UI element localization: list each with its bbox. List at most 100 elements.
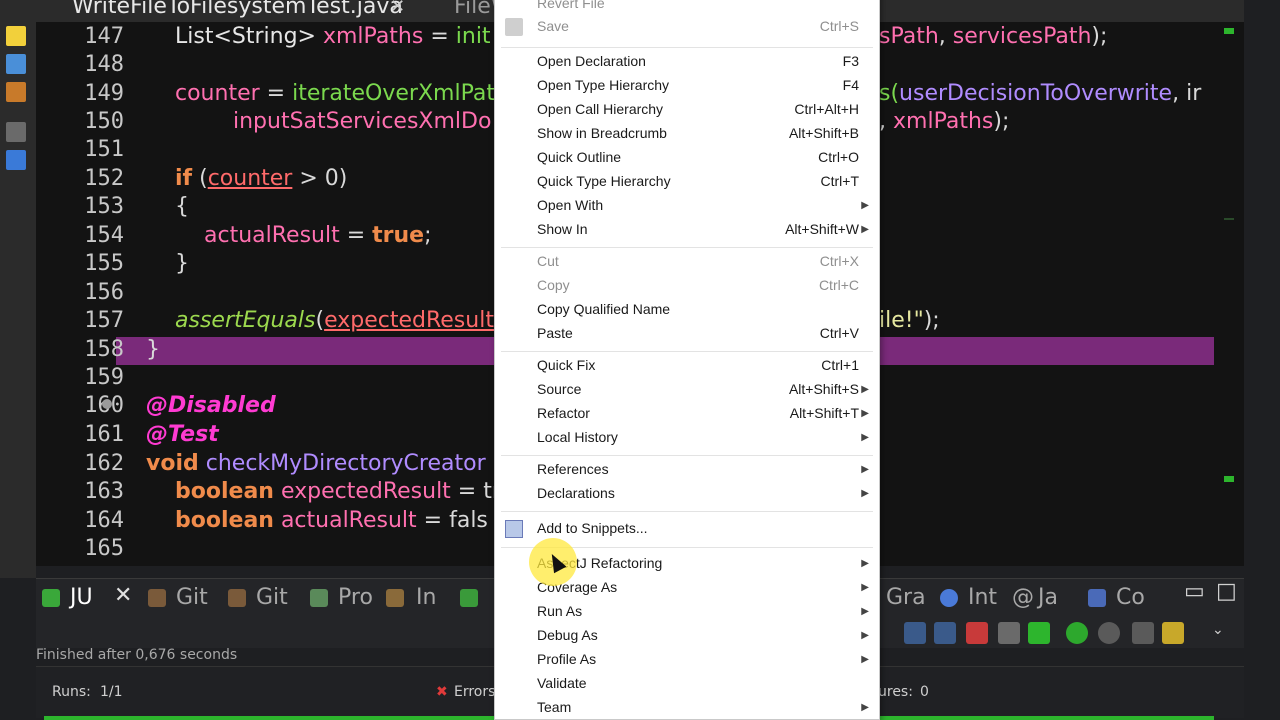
monitor-icon bbox=[1088, 589, 1106, 607]
submenu-arrow-icon: ▶ bbox=[861, 582, 869, 593]
editor-tab-active[interactable]: WriteFileToFilesystemTest.java bbox=[72, 0, 403, 19]
at-icon: @ bbox=[1012, 585, 1034, 610]
minimize-icon[interactable]: ▭ bbox=[1184, 579, 1205, 604]
package-explorer-icon[interactable] bbox=[6, 26, 26, 46]
menu-item-copy-qualified-name[interactable]: Copy Qualified Name bbox=[495, 299, 879, 323]
menu-item-open-declaration[interactable]: Open Declaration F3 bbox=[495, 51, 879, 75]
menu-item-refactor[interactable]: Refactor Alt+Shift+T ▶ bbox=[495, 403, 879, 427]
fold-toggle-icon[interactable] bbox=[102, 399, 112, 409]
close-icon[interactable]: ✕ bbox=[390, 0, 405, 17]
tab-javadoc[interactable]: Ja bbox=[1038, 585, 1058, 610]
errors-label: Errors bbox=[454, 684, 496, 700]
menu-separator bbox=[501, 47, 873, 48]
line-number: 163 bbox=[84, 479, 124, 504]
line-number: 161 bbox=[84, 422, 124, 447]
line-number: 165 bbox=[84, 536, 124, 561]
line-number: 151 bbox=[84, 137, 124, 162]
tab-int[interactable]: Int bbox=[968, 585, 997, 610]
menu-item-open-call-hierarchy[interactable]: Open Call Hierarchy Ctrl+Alt+H bbox=[495, 99, 879, 123]
tab-problems[interactable]: Pro bbox=[338, 585, 373, 610]
tab-junit[interactable]: JU bbox=[70, 585, 93, 610]
submenu-arrow-icon: ▶ bbox=[861, 654, 869, 665]
skipped-icon[interactable] bbox=[998, 622, 1020, 644]
scroll-lock-icon[interactable] bbox=[1028, 622, 1050, 644]
line-number: 164 bbox=[84, 508, 124, 533]
submenu-arrow-icon: ▶ bbox=[861, 488, 869, 499]
globe-icon bbox=[940, 589, 958, 607]
code-line-164: boolean actualResult = fals bbox=[175, 508, 488, 533]
menu-item-open-type-hierarchy[interactable]: Open Type Hierarchy F4 bbox=[495, 75, 879, 99]
history-icon[interactable] bbox=[1162, 622, 1184, 644]
line-number: 160 bbox=[54, 392, 124, 420]
menu-separator bbox=[501, 351, 873, 352]
navigator-icon[interactable] bbox=[6, 122, 26, 142]
menu-item-run-as[interactable]: Run As ▶ bbox=[495, 601, 879, 625]
stop-icon[interactable] bbox=[1132, 622, 1154, 644]
submenu-arrow-icon: ▶ bbox=[861, 200, 869, 211]
menu-item-declarations[interactable]: Declarations ▶ bbox=[495, 483, 879, 507]
submenu-arrow-icon: ▶ bbox=[861, 384, 869, 395]
code-line-163: boolean expectedResult = tr bbox=[175, 479, 501, 504]
menu-item-source[interactable]: Source Alt+Shift+S ▶ bbox=[495, 379, 879, 403]
terminal-icon bbox=[460, 589, 478, 607]
submenu-arrow-icon: ▶ bbox=[861, 630, 869, 641]
previous-failure-icon[interactable] bbox=[934, 622, 956, 644]
menu-item-cut[interactable]: Cut Ctrl+X bbox=[495, 251, 879, 275]
console-icon[interactable] bbox=[6, 150, 26, 170]
ruler-marker[interactable] bbox=[1224, 28, 1234, 34]
menu-item-quick-fix[interactable]: Quick Fix Ctrl+1 bbox=[495, 355, 879, 379]
line-number: 148 bbox=[84, 52, 124, 77]
list-icon bbox=[310, 589, 328, 607]
view-menu-icon[interactable]: ⌄ bbox=[1212, 622, 1234, 644]
menu-item-references[interactable]: References ▶ bbox=[495, 459, 879, 483]
outline-icon[interactable] bbox=[6, 82, 26, 102]
close-icon[interactable]: ✕ bbox=[114, 583, 132, 608]
submenu-arrow-icon: ▶ bbox=[861, 464, 869, 475]
tab-console[interactable]: Co bbox=[1116, 585, 1145, 610]
line-number: 154 bbox=[84, 223, 124, 248]
menu-item-local-history[interactable]: Local History ▶ bbox=[495, 427, 879, 451]
menu-item-validate[interactable]: Validate bbox=[495, 673, 879, 697]
tab-git-history[interactable]: Git bbox=[256, 585, 288, 610]
snippets-icon bbox=[505, 520, 523, 538]
line-number: 162 bbox=[84, 451, 124, 476]
submenu-arrow-icon: ▶ bbox=[861, 408, 869, 419]
line-number: 159 bbox=[84, 365, 124, 390]
failures-only-icon[interactable] bbox=[966, 622, 988, 644]
rerun-icon[interactable] bbox=[1066, 622, 1088, 644]
line-number: 156 bbox=[84, 280, 124, 305]
menu-item-revert-file[interactable]: Revert File bbox=[495, 0, 879, 17]
menu-item-copy[interactable]: Copy Ctrl+C bbox=[495, 275, 879, 299]
menu-item-show-in[interactable]: Show In Alt+Shift+W ▶ bbox=[495, 219, 879, 243]
overview-ruler[interactable] bbox=[1214, 22, 1244, 562]
submenu-arrow-icon: ▶ bbox=[861, 224, 869, 235]
menu-item-show-in-breadcrumb[interactable]: Show in Breadcrumb Alt+Shift+B bbox=[495, 123, 879, 147]
ruler-marker[interactable] bbox=[1224, 476, 1234, 482]
failures-value: 0 bbox=[920, 684, 929, 700]
menu-item-open-with[interactable]: Open With ▶ bbox=[495, 195, 879, 219]
hierarchy-icon[interactable] bbox=[6, 54, 26, 74]
next-failure-icon[interactable] bbox=[904, 622, 926, 644]
code-line-157: assertEquals(expectedResult bbox=[175, 308, 494, 333]
code-line-162: void checkMyDirectoryCreator bbox=[146, 451, 486, 476]
tab-in[interactable]: In bbox=[416, 585, 436, 610]
runs-value: 1/1 bbox=[100, 684, 123, 700]
tab-git-staging[interactable]: Git bbox=[176, 585, 208, 610]
tab-gradle[interactable]: Gra bbox=[886, 585, 926, 610]
menu-separator bbox=[501, 455, 873, 456]
line-number: 147 bbox=[84, 24, 124, 49]
wrench-icon bbox=[386, 589, 404, 607]
maximize-icon[interactable]: □ bbox=[1216, 579, 1237, 604]
submenu-arrow-icon: ▶ bbox=[861, 702, 869, 713]
git-icon bbox=[148, 589, 166, 607]
menu-item-quick-outline[interactable]: Quick Outline Ctrl+O bbox=[495, 147, 879, 171]
menu-item-debug-as[interactable]: Debug As ▶ bbox=[495, 625, 879, 649]
menu-item-quick-type-hierarchy[interactable]: Quick Type Hierarchy Ctrl+T bbox=[495, 171, 879, 195]
menu-separator bbox=[501, 511, 873, 512]
menu-item-team[interactable]: Team ▶ bbox=[495, 697, 879, 720]
ruler-marker[interactable] bbox=[1224, 218, 1234, 220]
menu-item-paste[interactable]: Paste Ctrl+V bbox=[495, 323, 879, 347]
menu-item-profile-as[interactable]: Profile As ▶ bbox=[495, 649, 879, 673]
menu-item-save[interactable]: Save Ctrl+S bbox=[495, 16, 879, 40]
rerun-failed-icon[interactable] bbox=[1098, 622, 1120, 644]
